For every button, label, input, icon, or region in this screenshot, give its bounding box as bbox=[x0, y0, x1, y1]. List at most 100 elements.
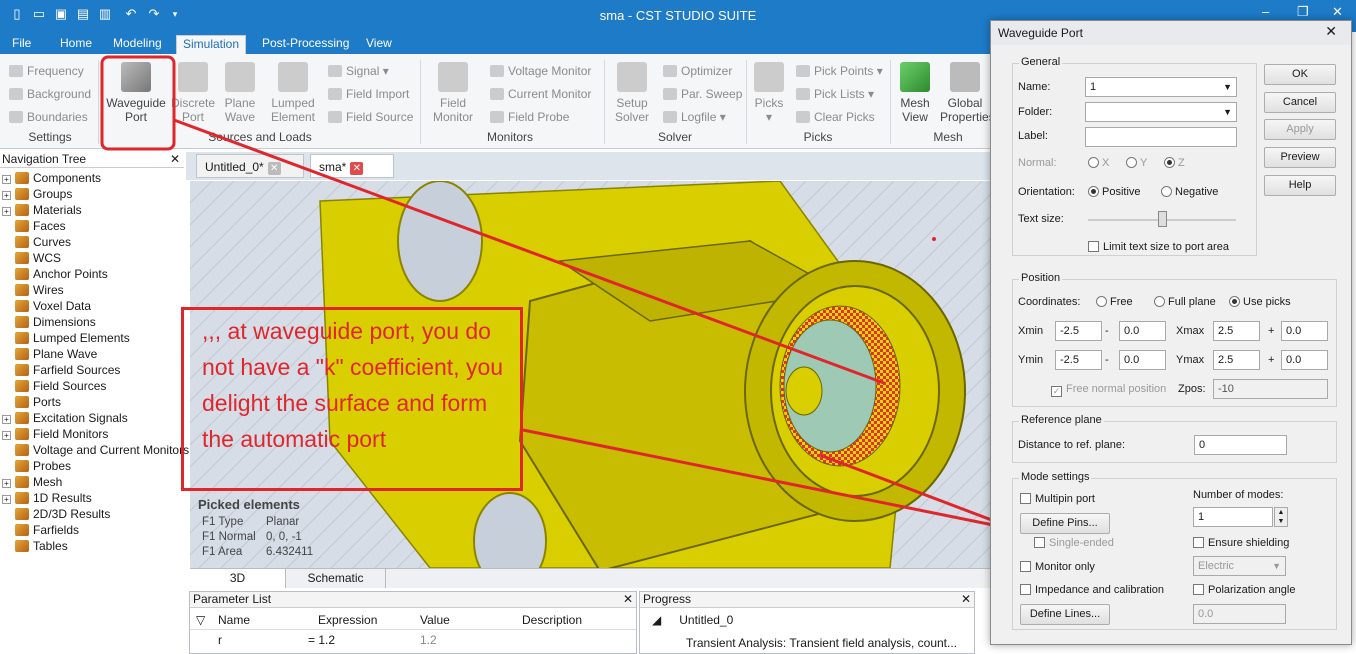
expand-icon[interactable]: + bbox=[2, 175, 11, 184]
zpos-input[interactable]: -10 bbox=[1213, 379, 1328, 399]
close-icon[interactable]: ✕ bbox=[623, 592, 633, 606]
nav-item[interactable]: Plane Wave bbox=[2, 346, 97, 362]
limit-text-size-checkbox[interactable]: Limit text size to port area bbox=[1088, 241, 1229, 253]
nav-item[interactable]: + Components bbox=[2, 170, 101, 186]
nav-item[interactable]: Tables bbox=[2, 538, 68, 554]
ymin-offset-input[interactable]: 0.0 bbox=[1119, 350, 1166, 370]
coords-use-picks-radio[interactable]: Use picks bbox=[1229, 296, 1291, 308]
number-of-modes-spinner[interactable]: ▲ ▼ bbox=[1274, 507, 1288, 527]
ymax-input[interactable]: 2.5 bbox=[1213, 350, 1260, 370]
distance-input[interactable]: 0 bbox=[1194, 435, 1287, 455]
nav-item[interactable]: +1D Results bbox=[2, 490, 92, 506]
xmin-input[interactable]: -2.5 bbox=[1055, 321, 1102, 341]
par-sweep-button[interactable]: Par. Sweep bbox=[663, 87, 742, 101]
multipin-port-checkbox[interactable]: Multipin port bbox=[1020, 493, 1095, 505]
close-window-button[interactable]: ✕ bbox=[1332, 4, 1343, 20]
impedance-calibration-checkbox[interactable]: Impedance and calibration bbox=[1020, 584, 1164, 596]
nav-item[interactable]: Voxel Data bbox=[2, 298, 91, 314]
nav-item[interactable]: Anchor Points bbox=[2, 266, 108, 282]
free-normal-position-checkbox[interactable]: ✓ Free normal position bbox=[1051, 383, 1166, 397]
tab-post-processing[interactable]: Post-Processing bbox=[256, 35, 355, 54]
close-icon[interactable]: ✕ bbox=[961, 592, 971, 606]
nav-item[interactable]: Field Sources bbox=[2, 378, 106, 394]
nav-item[interactable]: Dimensions bbox=[2, 314, 96, 330]
help-button[interactable]: Help bbox=[1264, 175, 1336, 196]
discrete-port-button[interactable]: Discrete Port bbox=[170, 62, 216, 124]
preview-button[interactable]: Preview bbox=[1264, 147, 1336, 168]
ok-button[interactable]: OK bbox=[1264, 64, 1336, 85]
pick-points-button[interactable]: Pick Points ▾ bbox=[796, 64, 883, 78]
progress-tree-item[interactable]: ◢ Untitled_0 bbox=[652, 613, 733, 627]
orientation-negative-radio[interactable]: Negative bbox=[1161, 186, 1218, 198]
close-icon[interactable]: ✕ bbox=[350, 162, 364, 175]
ymin-input[interactable]: -2.5 bbox=[1055, 350, 1102, 370]
close-icon[interactable]: ✕ bbox=[170, 152, 180, 166]
filter-icon[interactable]: ▽ bbox=[196, 613, 205, 627]
nav-item[interactable]: Faces bbox=[2, 218, 66, 234]
clear-picks-button[interactable]: Clear Picks bbox=[796, 110, 875, 124]
nav-item[interactable]: Wires bbox=[2, 282, 64, 298]
minimize-button[interactable]: – bbox=[1262, 4, 1269, 19]
cancel-button[interactable]: Cancel bbox=[1264, 92, 1336, 113]
expand-icon[interactable]: + bbox=[2, 431, 11, 440]
background-button[interactable]: Background bbox=[9, 87, 91, 101]
orientation-positive-radio[interactable]: Positive bbox=[1088, 186, 1141, 198]
close-icon[interactable]: ✕ bbox=[1325, 23, 1337, 40]
field-probe-button[interactable]: Field Probe bbox=[490, 110, 569, 124]
close-icon[interactable]: ✕ bbox=[267, 162, 281, 175]
xmin-offset-input[interactable]: 0.0 bbox=[1119, 321, 1166, 341]
nav-item[interactable]: Ports bbox=[2, 394, 61, 410]
field-source-button[interactable]: Field Source bbox=[328, 110, 413, 124]
apply-button[interactable]: Apply bbox=[1264, 119, 1336, 140]
tab-3d[interactable]: 3D bbox=[190, 569, 286, 588]
label-input[interactable] bbox=[1085, 127, 1237, 147]
picks-button[interactable]: Picks ▾ bbox=[750, 62, 788, 124]
nav-item[interactable]: Voltage and Current Monitors bbox=[2, 442, 189, 458]
restore-button[interactable]: ❐ bbox=[1297, 4, 1309, 20]
define-pins-button[interactable]: Define Pins... bbox=[1020, 513, 1110, 534]
polarization-angle-checkbox[interactable]: Polarization angle bbox=[1193, 584, 1295, 596]
tab-simulation[interactable]: Simulation bbox=[176, 35, 247, 54]
tab-sma[interactable]: sma* ✕ bbox=[310, 154, 394, 178]
nav-item[interactable]: Probes bbox=[2, 458, 71, 474]
polarization-angle-input[interactable]: 0.0 bbox=[1193, 604, 1286, 624]
nav-item[interactable]: Curves bbox=[2, 234, 71, 250]
ymax-offset-input[interactable]: 0.0 bbox=[1281, 350, 1328, 370]
xmax-offset-input[interactable]: 0.0 bbox=[1281, 321, 1328, 341]
monitor-only-checkbox[interactable]: Monitor only bbox=[1020, 561, 1095, 573]
coords-full-plane-radio[interactable]: Full plane bbox=[1154, 296, 1216, 308]
optimizer-button[interactable]: Optimizer bbox=[663, 64, 732, 78]
table-row[interactable]: r = 1.2 1.2 bbox=[190, 632, 636, 650]
xmax-input[interactable]: 2.5 bbox=[1213, 321, 1260, 341]
setup-solver-button[interactable]: Setup Solver bbox=[610, 62, 654, 124]
nav-item[interactable]: + Groups bbox=[2, 186, 72, 202]
nav-item[interactable]: Farfield Sources bbox=[2, 362, 120, 378]
plane-wave-button[interactable]: Plane Wave bbox=[218, 62, 262, 124]
current-monitor-button[interactable]: Current Monitor bbox=[490, 87, 591, 101]
nav-item[interactable]: Lumped Elements bbox=[2, 330, 130, 346]
nav-item[interactable]: + Materials bbox=[2, 202, 82, 218]
nav-item[interactable]: + Field Monitors bbox=[2, 426, 108, 442]
nav-item[interactable]: Farfields bbox=[2, 522, 79, 538]
slider-handle[interactable] bbox=[1158, 211, 1167, 227]
tab-schematic[interactable]: Schematic bbox=[286, 569, 386, 588]
tab-home[interactable]: Home bbox=[54, 35, 98, 54]
expand-icon[interactable]: + bbox=[2, 191, 11, 200]
frequency-button[interactable]: Frequency bbox=[9, 64, 84, 78]
signal-button[interactable]: Signal ▾ bbox=[328, 64, 389, 78]
expand-icon[interactable]: + bbox=[2, 495, 11, 504]
nav-item[interactable]: WCS bbox=[2, 250, 61, 266]
normal-z-radio[interactable]: Z bbox=[1164, 157, 1185, 169]
expand-icon[interactable]: + bbox=[2, 207, 11, 216]
global-properties-button[interactable]: Global Properties bbox=[940, 62, 990, 124]
ensure-shielding-checkbox[interactable]: Ensure shielding bbox=[1193, 537, 1289, 549]
waveguide-port-button[interactable]: Waveguide Port bbox=[103, 62, 169, 124]
single-ended-checkbox[interactable]: Single-ended bbox=[1034, 537, 1114, 549]
number-of-modes-input[interactable]: 1 bbox=[1193, 507, 1273, 527]
tab-modeling[interactable]: Modeling bbox=[107, 35, 168, 54]
boundaries-button[interactable]: Boundaries bbox=[9, 110, 88, 124]
file-menu[interactable]: File bbox=[6, 35, 37, 54]
col-value[interactable]: Value bbox=[420, 613, 450, 627]
nav-item[interactable]: + Mesh bbox=[2, 474, 62, 490]
logfile-button[interactable]: Logfile ▾ bbox=[663, 110, 726, 124]
